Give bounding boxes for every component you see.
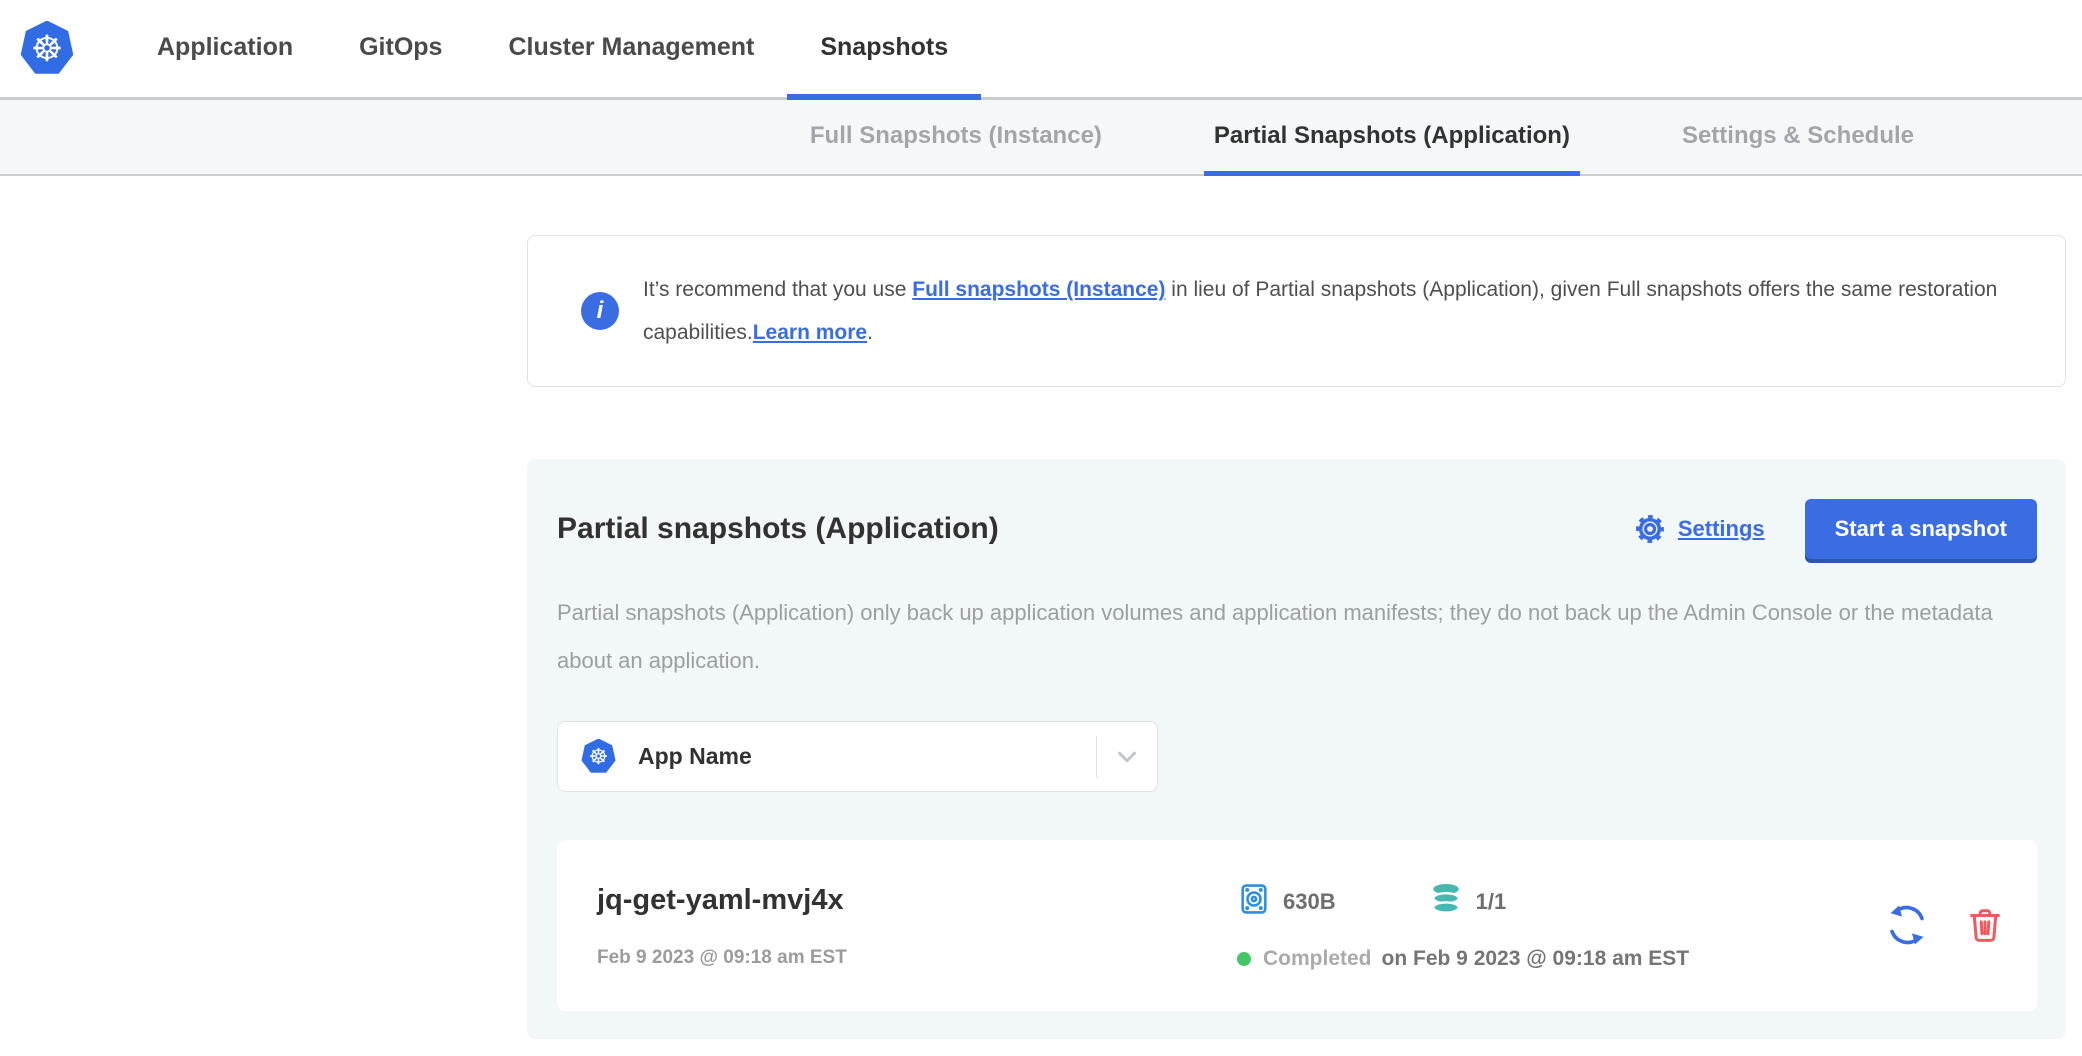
delete-snapshot-button[interactable]: [1966, 905, 2004, 948]
snapshot-start-time: Feb 9 2023 @ 09:18 am EST: [597, 947, 1237, 969]
panel-header: Partial snapshots (Application) Settings…: [557, 499, 2037, 559]
disk-icon: [1237, 882, 1271, 921]
snapshot-size: 630B: [1283, 889, 1336, 915]
snapshot-volumes-group: 1/1: [1428, 882, 1507, 921]
start-snapshot-button[interactable]: Start a snapshot: [1805, 499, 2037, 559]
snapshot-volumes: 1/1: [1476, 889, 1507, 915]
banner-text-before: It’s recommend that you use: [643, 278, 912, 301]
main-nav: Application GitOps Cluster Management Sn…: [124, 0, 981, 97]
app-select-value: App Name: [638, 743, 752, 770]
trash-icon: [1966, 905, 2004, 948]
kubernetes-icon: ☸: [581, 739, 616, 775]
status-badge: Completed: [1263, 947, 1372, 971]
partial-snapshots-panel: Partial snapshots (Application) Settings…: [527, 459, 2066, 1039]
gear-icon: [1632, 511, 1668, 547]
info-icon: i: [581, 292, 619, 330]
snapshot-name: jq-get-yaml-mvj4x: [597, 884, 1237, 917]
status-finished-prefix: on: [1382, 947, 1408, 970]
database-icon: [1428, 882, 1464, 921]
snapshot-size-group: 630B: [1237, 882, 1336, 921]
snapshot-status-line: Completed on Feb 9 2023 @ 09:18 am EST: [1237, 947, 1689, 971]
tab-partial-snapshots-application[interactable]: Partial Snapshots (Application): [1204, 100, 1580, 176]
snapshot-row: jq-get-yaml-mvj4x Feb 9 2023 @ 09:18 am …: [557, 840, 2037, 1011]
snapshot-finish-time: Feb 9 2023 @ 09:18 am EST: [1413, 947, 1689, 970]
panel-description: Partial snapshots (Application) only bac…: [557, 589, 2032, 685]
full-snapshots-instance-link[interactable]: Full snapshots (Instance): [912, 278, 1165, 301]
chevron-down-icon[interactable]: [1097, 742, 1157, 772]
restore-icon: [1884, 902, 1930, 951]
info-banner: i It’s recommend that you use Full snaps…: [527, 235, 2066, 387]
tab-full-snapshots-instance[interactable]: Full Snapshots (Instance): [800, 100, 1112, 176]
banner-text-after: .: [867, 321, 873, 344]
status-dot: [1237, 952, 1251, 966]
panel-title: Partial snapshots (Application): [557, 512, 999, 546]
tab-settings-schedule[interactable]: Settings & Schedule: [1672, 100, 1924, 176]
kubernetes-logo: ☸: [14, 0, 80, 97]
settings-link-label: Settings: [1678, 516, 1765, 542]
snapshots-subtabs: Full Snapshots (Instance) Partial Snapsh…: [0, 100, 2082, 176]
top-nav: ☸ Application GitOps Cluster Management …: [0, 0, 2082, 100]
nav-item-cluster-management[interactable]: Cluster Management: [475, 0, 787, 100]
restore-snapshot-button[interactable]: [1884, 902, 1930, 951]
app-name-select[interactable]: ☸ App Name: [557, 721, 1158, 792]
info-banner-text: It’s recommend that you use Full snapsho…: [643, 268, 2023, 354]
nav-item-application[interactable]: Application: [124, 0, 326, 100]
nav-item-gitops[interactable]: GitOps: [326, 0, 475, 100]
nav-item-snapshots[interactable]: Snapshots: [787, 0, 981, 100]
settings-link[interactable]: Settings: [1632, 511, 1765, 547]
kubernetes-logo-icon: ☸: [20, 21, 74, 77]
learn-more-link[interactable]: Learn more: [753, 321, 867, 344]
